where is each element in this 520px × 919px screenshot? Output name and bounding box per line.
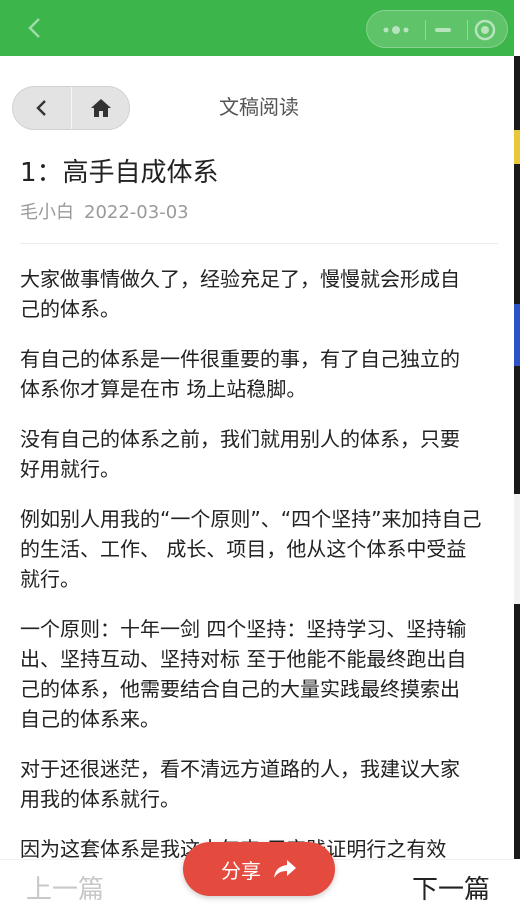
top-bar bbox=[0, 0, 514, 56]
share-label: 分享 bbox=[221, 858, 261, 883]
next-article-button[interactable]: 下一篇 bbox=[412, 872, 490, 908]
capsule-divider bbox=[467, 20, 468, 40]
more-dots-icon[interactable] bbox=[381, 22, 411, 38]
article-body: 大家做事情做久了，经验充足了，慢慢就会形成自 己的体系。 有自己的体系是一件很重要… bbox=[20, 264, 498, 884]
article-author: 毛小白 bbox=[20, 202, 74, 223]
paragraph: 例如别人用我的“一个原则”、“四个坚持”来加持自己 的生活、工作、 成长、项目，他… bbox=[20, 507, 482, 591]
background-strip bbox=[514, 56, 520, 859]
page-title: 文稿阅读 bbox=[219, 95, 299, 119]
paragraph: 对于还很迷茫，看不清远方道路的人，我建议大家 用我的体系就行。 bbox=[20, 757, 460, 811]
paragraph: 有自己的体系是一件很重要的事，有了自己独立的 体系你才算是在市 场上站稳脚。 bbox=[20, 347, 460, 401]
article-meta: 毛小白 2022-03-03 bbox=[20, 200, 189, 226]
minimize-icon[interactable] bbox=[429, 20, 457, 40]
page: 文稿阅读 1：高手自成体系 毛小白 2022-03-03 大家做事情做久了，经验充… bbox=[0, 0, 514, 919]
home-icon bbox=[91, 99, 111, 117]
article-date: 2022-03-03 bbox=[84, 202, 189, 223]
target-icon[interactable] bbox=[473, 18, 497, 42]
capsule-divider bbox=[425, 20, 426, 40]
nav-pill bbox=[12, 86, 130, 130]
paragraph: 一个原则：十年一剑 四个坚持：坚持学习、坚持输 出、坚持互动、坚持对标 至于他能不… bbox=[20, 617, 467, 731]
back-arrow-icon[interactable] bbox=[22, 14, 50, 42]
prev-article-button[interactable]: 上一篇 bbox=[26, 872, 104, 908]
nav-home-button[interactable] bbox=[72, 87, 129, 129]
paragraph: 大家做事情做久了，经验充足了，慢慢就会形成自 己的体系。 bbox=[20, 267, 460, 321]
divider bbox=[20, 243, 498, 244]
article-title: 1：高手自成体系 bbox=[20, 158, 219, 188]
chevron-left-icon bbox=[36, 100, 46, 116]
nav-back-button[interactable] bbox=[13, 87, 71, 129]
mini-program-capsule bbox=[366, 10, 508, 48]
paragraph: 没有自己的体系之前，我们就用别人的体系，只要 好用就行。 bbox=[20, 427, 460, 481]
share-button[interactable]: 分享 bbox=[183, 842, 335, 896]
share-arrow-icon bbox=[273, 858, 297, 880]
